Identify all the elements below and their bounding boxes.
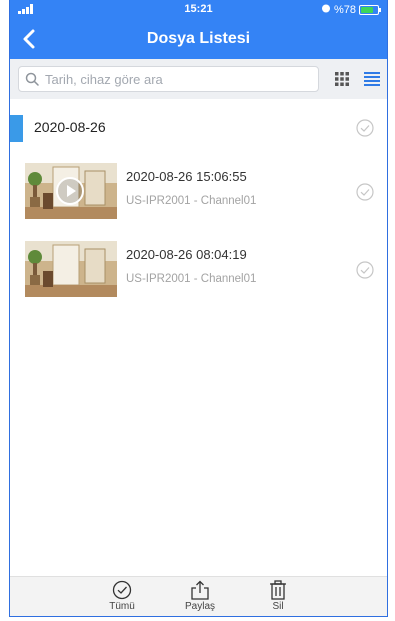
bottom-toolbar: Tümü Paylaş Sil bbox=[10, 576, 387, 616]
date-group-header[interactable]: 2020-08-26 bbox=[10, 99, 387, 155]
delete-button[interactable]: Sil bbox=[258, 580, 298, 612]
status-right: %78 bbox=[321, 3, 381, 16]
select-item-checkbox[interactable] bbox=[356, 183, 374, 201]
select-all-label: Tümü bbox=[109, 601, 135, 612]
list-item[interactable]: 2020-08-26 15:06:55 US-IPR2001 - Channel… bbox=[10, 155, 387, 233]
alarm-icon bbox=[321, 3, 331, 16]
share-label: Paylaş bbox=[184, 601, 215, 612]
check-circle-icon bbox=[356, 261, 374, 279]
date-group-label: 2020-08-26 bbox=[34, 119, 106, 135]
video-thumbnail[interactable] bbox=[25, 163, 117, 219]
battery-icon bbox=[359, 4, 381, 15]
list-view-button[interactable] bbox=[364, 72, 380, 91]
item-device: US-IPR2001 - Channel01 bbox=[126, 195, 257, 207]
date-group-marker bbox=[10, 115, 23, 142]
search-box[interactable] bbox=[18, 66, 319, 92]
file-list: 2020-08-26 2020-08-26 15:06:55 US-IPR200… bbox=[10, 99, 387, 311]
play-icon bbox=[55, 176, 85, 211]
app-frame: 15:21 %78 Dosya Listesi Tarih, cihaz gör… bbox=[9, 0, 388, 617]
check-circle-icon bbox=[112, 580, 132, 600]
list-item[interactable]: 2020-08-26 08:04:19 US-IPR2001 - Channel… bbox=[10, 233, 387, 311]
item-datetime: 2020-08-26 15:06:55 bbox=[126, 169, 247, 184]
select-all-button[interactable]: Tümü bbox=[102, 580, 142, 612]
grid-view-button[interactable] bbox=[335, 72, 349, 91]
delete-label: Sil bbox=[272, 601, 284, 612]
grid-icon bbox=[335, 72, 349, 86]
item-datetime: 2020-08-26 08:04:19 bbox=[126, 247, 247, 262]
select-group-checkbox[interactable] bbox=[356, 119, 374, 137]
image-thumbnail[interactable] bbox=[25, 241, 117, 297]
check-circle-icon bbox=[356, 183, 374, 201]
search-bar bbox=[10, 59, 387, 99]
share-icon bbox=[191, 580, 209, 600]
check-circle-icon bbox=[356, 119, 374, 137]
page-title: Dosya Listesi bbox=[146, 30, 251, 47]
nav-bar: Dosya Listesi bbox=[10, 22, 387, 56]
search-icon bbox=[25, 72, 39, 91]
battery-level bbox=[361, 6, 374, 13]
header: 15:21 %78 Dosya Listesi bbox=[10, 0, 387, 59]
item-device: US-IPR2001 - Channel01 bbox=[126, 273, 257, 285]
share-button[interactable]: Paylaş bbox=[180, 580, 220, 612]
list-icon bbox=[364, 72, 380, 86]
select-item-checkbox[interactable] bbox=[356, 261, 374, 279]
status-bar: 15:21 %78 bbox=[10, 0, 387, 18]
search-input[interactable] bbox=[45, 69, 313, 89]
battery-percent: %78 bbox=[333, 3, 356, 16]
trash-icon bbox=[270, 580, 286, 600]
